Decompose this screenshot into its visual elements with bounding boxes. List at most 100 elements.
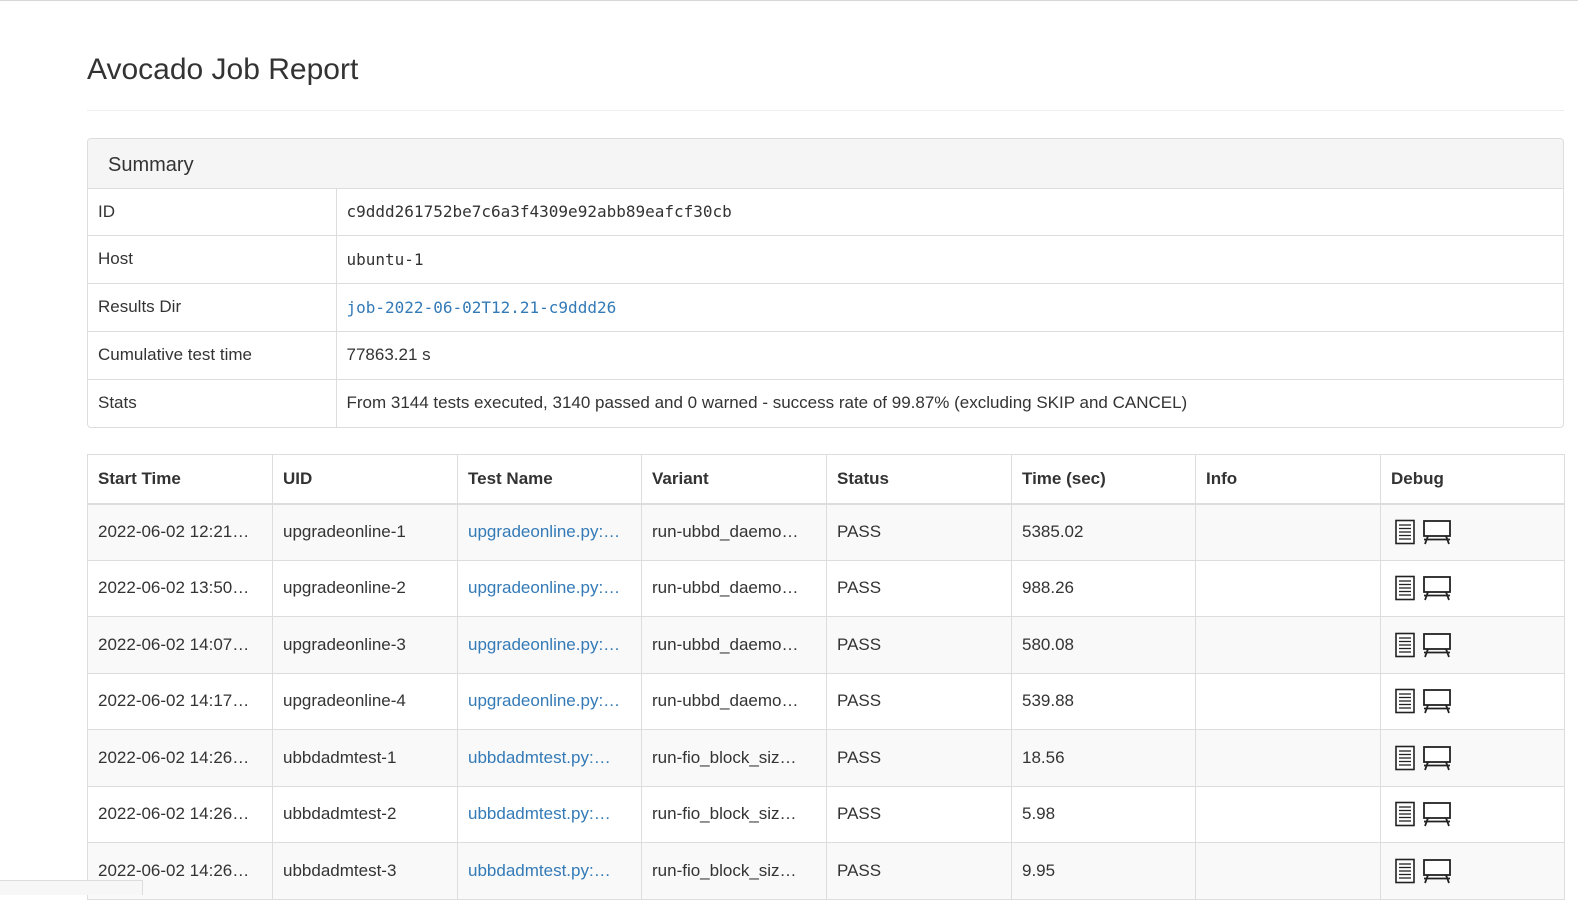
test-name-cell: upgradeonline.py:… (457, 559, 642, 617)
debug-cell (1380, 785, 1565, 843)
info-cell (1195, 842, 1381, 900)
summary-key: Results Dir (88, 282, 337, 331)
uid-cell: ubbdadmtest-1 (272, 729, 458, 787)
info-cell (1195, 503, 1381, 561)
debug-cell (1380, 842, 1565, 900)
debug-cell (1380, 672, 1565, 730)
uid-cell: upgradeonline-4 (272, 672, 458, 730)
info-cell (1195, 559, 1381, 617)
time-cell: 5.98 (1011, 785, 1196, 843)
column-header-test-name[interactable]: Test Name (457, 454, 642, 505)
cumulative-time-value: 77863.21 s (336, 330, 1563, 379)
column-header-variant[interactable]: Variant (641, 454, 827, 505)
column-header-status[interactable]: Status (826, 454, 1012, 505)
status-cell: PASS (826, 785, 1012, 843)
start-time-cell: 2022-06-02 14:26… (87, 785, 273, 843)
results-body: 2022-06-02 12:21… upgradeonline-1 upgrad… (87, 503, 1565, 900)
summary-key: Cumulative test time (88, 330, 337, 379)
test-name-link[interactable]: ubbdadmtest.py:… (468, 748, 611, 767)
uid-cell: upgradeonline-3 (272, 616, 458, 674)
log-file-icon[interactable] (1394, 801, 1416, 827)
stats-value: From 3144 tests executed, 3140 passed an… (336, 378, 1563, 427)
sysinfo-terminal-icon[interactable] (1422, 632, 1452, 658)
job-id-value: c9ddd261752be7c6a3f4309e92abb89eafcf30cb (346, 202, 732, 222)
log-file-icon[interactable] (1394, 745, 1416, 771)
column-header-uid[interactable]: UID (272, 454, 458, 505)
time-cell: 5385.02 (1011, 503, 1196, 561)
status-cell: PASS (826, 729, 1012, 787)
summary-heading: Summary (88, 139, 1563, 189)
start-time-cell: 2022-06-02 13:50… (87, 559, 273, 617)
table-row: 2022-06-02 14:07… upgradeonline-3 upgrad… (87, 616, 1565, 674)
table-row: 2022-06-02 13:50… upgradeonline-2 upgrad… (87, 559, 1565, 617)
host-value: ubuntu-1 (336, 234, 1563, 283)
variant-cell: run-ubbd_daemo… (641, 616, 827, 674)
time-cell: 539.88 (1011, 672, 1196, 730)
start-time-cell: 2022-06-02 12:21… (87, 503, 273, 561)
variant-cell: run-fio_block_siz… (641, 842, 827, 900)
page-header: Avocado Job Report (87, 0, 1564, 111)
info-cell (1195, 616, 1381, 674)
time-cell: 9.95 (1011, 842, 1196, 900)
test-name-link[interactable]: upgradeonline.py:… (468, 578, 620, 597)
test-name-link[interactable]: ubbdadmtest.py:… (468, 804, 611, 823)
info-cell (1195, 785, 1381, 843)
results-table: Start Time UID Test Name Variant Status … (87, 454, 1565, 900)
variant-cell: run-ubbd_daemo… (641, 672, 827, 730)
summary-panel: Summary ID c9ddd261752be7c6a3f4309e92abb… (87, 138, 1564, 428)
start-time-cell: 2022-06-02 14:26… (87, 729, 273, 787)
summary-row-id: ID c9ddd261752be7c6a3f4309e92abb89eafcf3… (88, 189, 1563, 235)
table-row: 2022-06-02 14:17… upgradeonline-4 upgrad… (87, 672, 1565, 730)
status-cell: PASS (826, 672, 1012, 730)
test-name-link[interactable]: upgradeonline.py:… (468, 522, 620, 541)
info-cell (1195, 729, 1381, 787)
uid-cell: ubbdadmtest-2 (272, 785, 458, 843)
column-header-time[interactable]: Time (sec) (1011, 454, 1196, 505)
test-name-cell: upgradeonline.py:… (457, 616, 642, 674)
log-file-icon[interactable] (1394, 858, 1416, 884)
uid-cell: ubbdadmtest-3 (272, 842, 458, 900)
test-name-cell: ubbdadmtest.py:… (457, 729, 642, 787)
variant-cell: run-ubbd_daemo… (641, 503, 827, 561)
debug-cell (1380, 503, 1565, 561)
test-name-cell: ubbdadmtest.py:… (457, 842, 642, 900)
debug-cell (1380, 616, 1565, 674)
test-name-link[interactable]: upgradeonline.py:… (468, 635, 620, 654)
sysinfo-terminal-icon[interactable] (1422, 858, 1452, 884)
results-header-row: Start Time UID Test Name Variant Status … (87, 454, 1565, 505)
sysinfo-terminal-icon[interactable] (1422, 745, 1452, 771)
log-file-icon[interactable] (1394, 688, 1416, 714)
summary-row-cumulative-time: Cumulative test time 77863.21 s (88, 330, 1563, 379)
page-title: Avocado Job Report (87, 53, 359, 86)
report-container: Avocado Job Report Summary ID c9ddd26175… (87, 0, 1565, 900)
table-row: 2022-06-02 12:21… upgradeonline-1 upgrad… (87, 503, 1565, 561)
status-cell: PASS (826, 842, 1012, 900)
results-dir-link[interactable]: job-2022-06-02T12.21-c9ddd26 (347, 298, 617, 317)
test-name-link[interactable]: upgradeonline.py:… (468, 691, 620, 710)
horizontal-scrollbar[interactable] (0, 880, 143, 895)
log-file-icon[interactable] (1394, 575, 1416, 601)
summary-key: Host (88, 234, 337, 283)
status-cell: PASS (826, 616, 1012, 674)
uid-cell: upgradeonline-2 (272, 559, 458, 617)
time-cell: 988.26 (1011, 559, 1196, 617)
debug-cell (1380, 559, 1565, 617)
summary-row-host: Host ubuntu-1 (88, 234, 1563, 283)
info-cell (1195, 672, 1381, 730)
sysinfo-terminal-icon[interactable] (1422, 519, 1452, 545)
log-file-icon[interactable] (1394, 519, 1416, 545)
summary-key: ID (88, 189, 337, 235)
sysinfo-terminal-icon[interactable] (1422, 575, 1452, 601)
results-dir-cell: job-2022-06-02T12.21-c9ddd26 (336, 282, 1563, 331)
test-name-link[interactable]: ubbdadmtest.py:… (468, 861, 611, 880)
column-header-start-time[interactable]: Start Time (87, 454, 273, 505)
variant-cell: run-fio_block_siz… (641, 729, 827, 787)
table-row: 2022-06-02 14:26… ubbdadmtest-2 ubbdadmt… (87, 785, 1565, 843)
sysinfo-terminal-icon[interactable] (1422, 801, 1452, 827)
summary-key: Stats (88, 378, 337, 427)
summary-table: ID c9ddd261752be7c6a3f4309e92abb89eafcf3… (88, 189, 1563, 427)
log-file-icon[interactable] (1394, 632, 1416, 658)
column-header-info[interactable]: Info (1195, 454, 1381, 505)
sysinfo-terminal-icon[interactable] (1422, 688, 1452, 714)
column-header-debug[interactable]: Debug (1380, 454, 1565, 505)
